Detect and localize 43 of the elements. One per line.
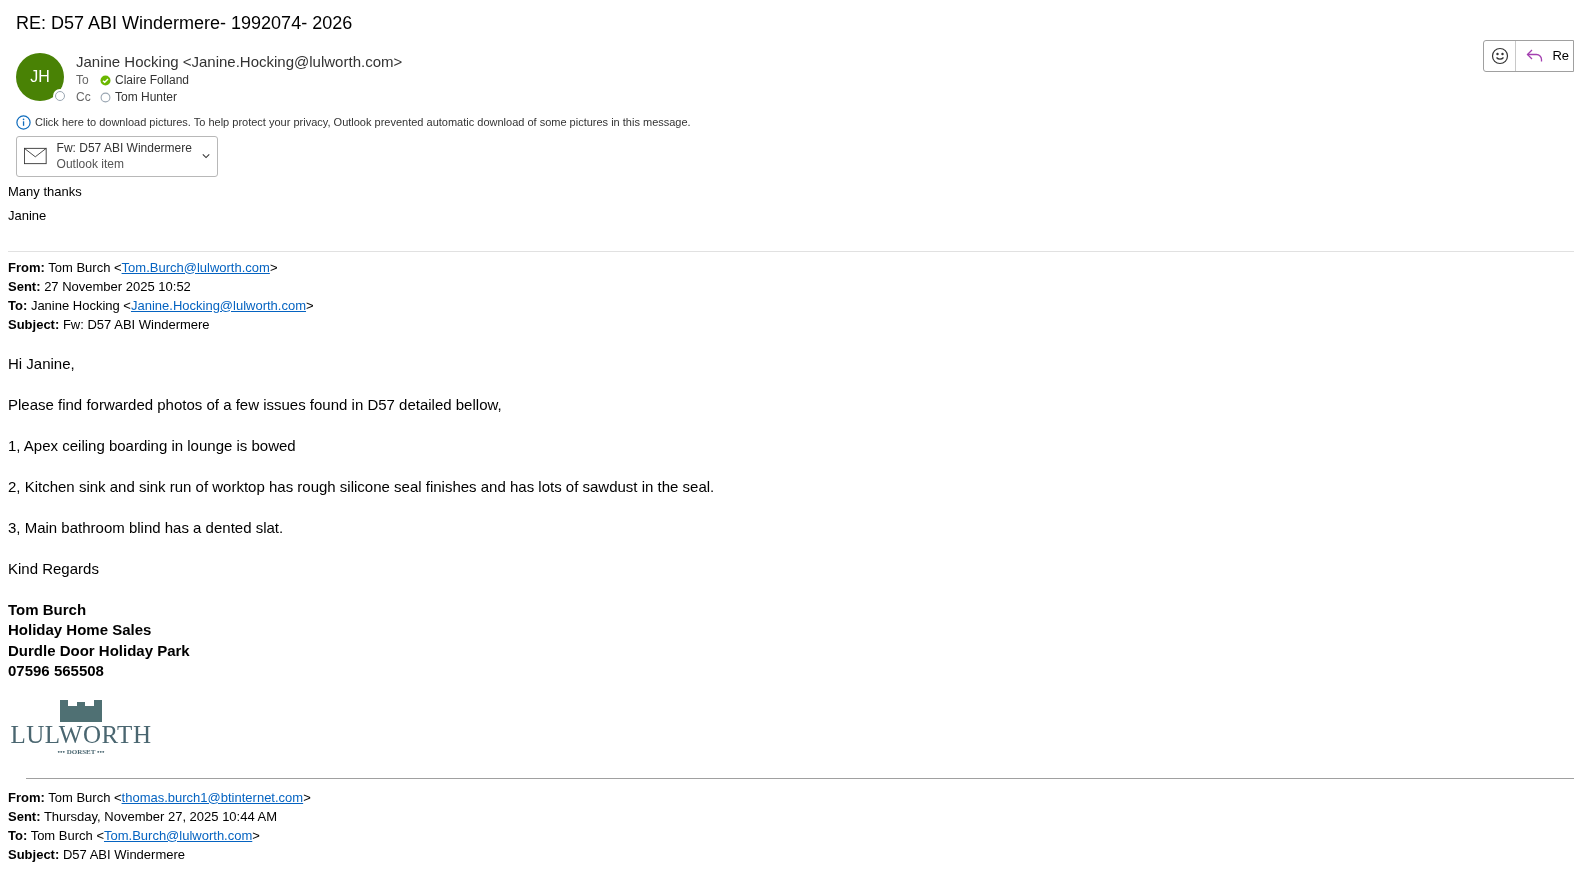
body-paragraph: 1, Apex ceiling boarding in lounge is bowed (8, 435, 296, 456)
body-paragraph: Kind Regards (8, 558, 99, 579)
body-paragraph: Please find forwarded photos of a few issues found in D57 detailed bellow, (8, 394, 502, 415)
attachment-type: Outlook item (56, 156, 125, 172)
attachment-name: Fw: D57 ABI Windermere (56, 140, 192, 156)
body-paragraph: 2, Kitchen sink and sink run of worktop has rough silicone seal finishes and has lots of sawdust in the seal. (8, 476, 715, 497)
info-bar-message[interactable]: Click here to download pictures. To help protect your privacy, Outlook prevented automatic download of some pictures in this message. (35, 114, 691, 131)
header-line: To: Janine Hocking <Janine.Hocking@lulworth.com> (8, 296, 314, 315)
logo-wordmark: LULWORTH (10, 721, 152, 748)
email-link[interactable]: Tom.Burch@lulworth.com (104, 827, 253, 843)
envelope-icon (24, 146, 47, 166)
castle-icon (60, 699, 102, 722)
signature-line: Holiday Home Sales (8, 620, 152, 640)
signature-line: Tom Burch (8, 599, 87, 620)
email-link[interactable]: Janine.Hocking@lulworth.com (130, 297, 307, 313)
signature-line: Durdle Door Holiday Park (8, 640, 190, 661)
reply-text: Many thanks (8, 182, 82, 201)
attachment-card[interactable]: Fw: D57 ABI Windermere Outlook item (16, 135, 218, 177)
sender-name[interactable]: Janine Hocking <Janine.Hocking@lulworth.com> (76, 52, 403, 72)
header-line: Subject: Fw: D57 ABI Windermere (8, 315, 210, 334)
header-line: From: Tom Burch <Tom.Burch@lulworth.com> (8, 258, 278, 277)
body-paragraph: Hi Janine, (8, 353, 75, 374)
header-line: Sent: 27 November 2025 10:52 (8, 277, 191, 296)
presence-icon (53, 89, 67, 103)
header-line: Sent: Thursday, November 27, 2025 10:44 AM (8, 807, 278, 826)
recipient-name[interactable]: Claire Folland (115, 72, 190, 89)
header-line: From: Tom Burch <thomas.burch1@btinternet.com> (8, 788, 311, 807)
chevron-down-icon (201, 153, 210, 159)
sender-avatar: JH (16, 53, 64, 101)
signature-line: 07596 565508 (8, 661, 104, 681)
email-subject: RE: D57 ABI Windermere- 1992074- 2026 (16, 12, 353, 35)
email-link[interactable]: thomas.burch1@btinternet.com (121, 789, 304, 805)
reply-text: Janine (8, 206, 47, 225)
smiley-icon (1490, 47, 1509, 65)
email-link[interactable]: Tom.Burch@lulworth.com (121, 259, 270, 275)
recipient-name[interactable]: Tom Hunter (115, 89, 178, 106)
header-line: Subject: D57 ABI Windermere (8, 845, 186, 864)
body-paragraph: 3, Main bathroom blind has a dented slat. (8, 517, 284, 538)
info-icon (16, 114, 31, 130)
reply-arrow-icon (1526, 49, 1545, 63)
recipient-label: Cc (76, 89, 92, 106)
recipient-label: To (76, 72, 90, 89)
header-line: To: Tom Burch <Tom.Burch@lulworth.com> (8, 826, 260, 845)
